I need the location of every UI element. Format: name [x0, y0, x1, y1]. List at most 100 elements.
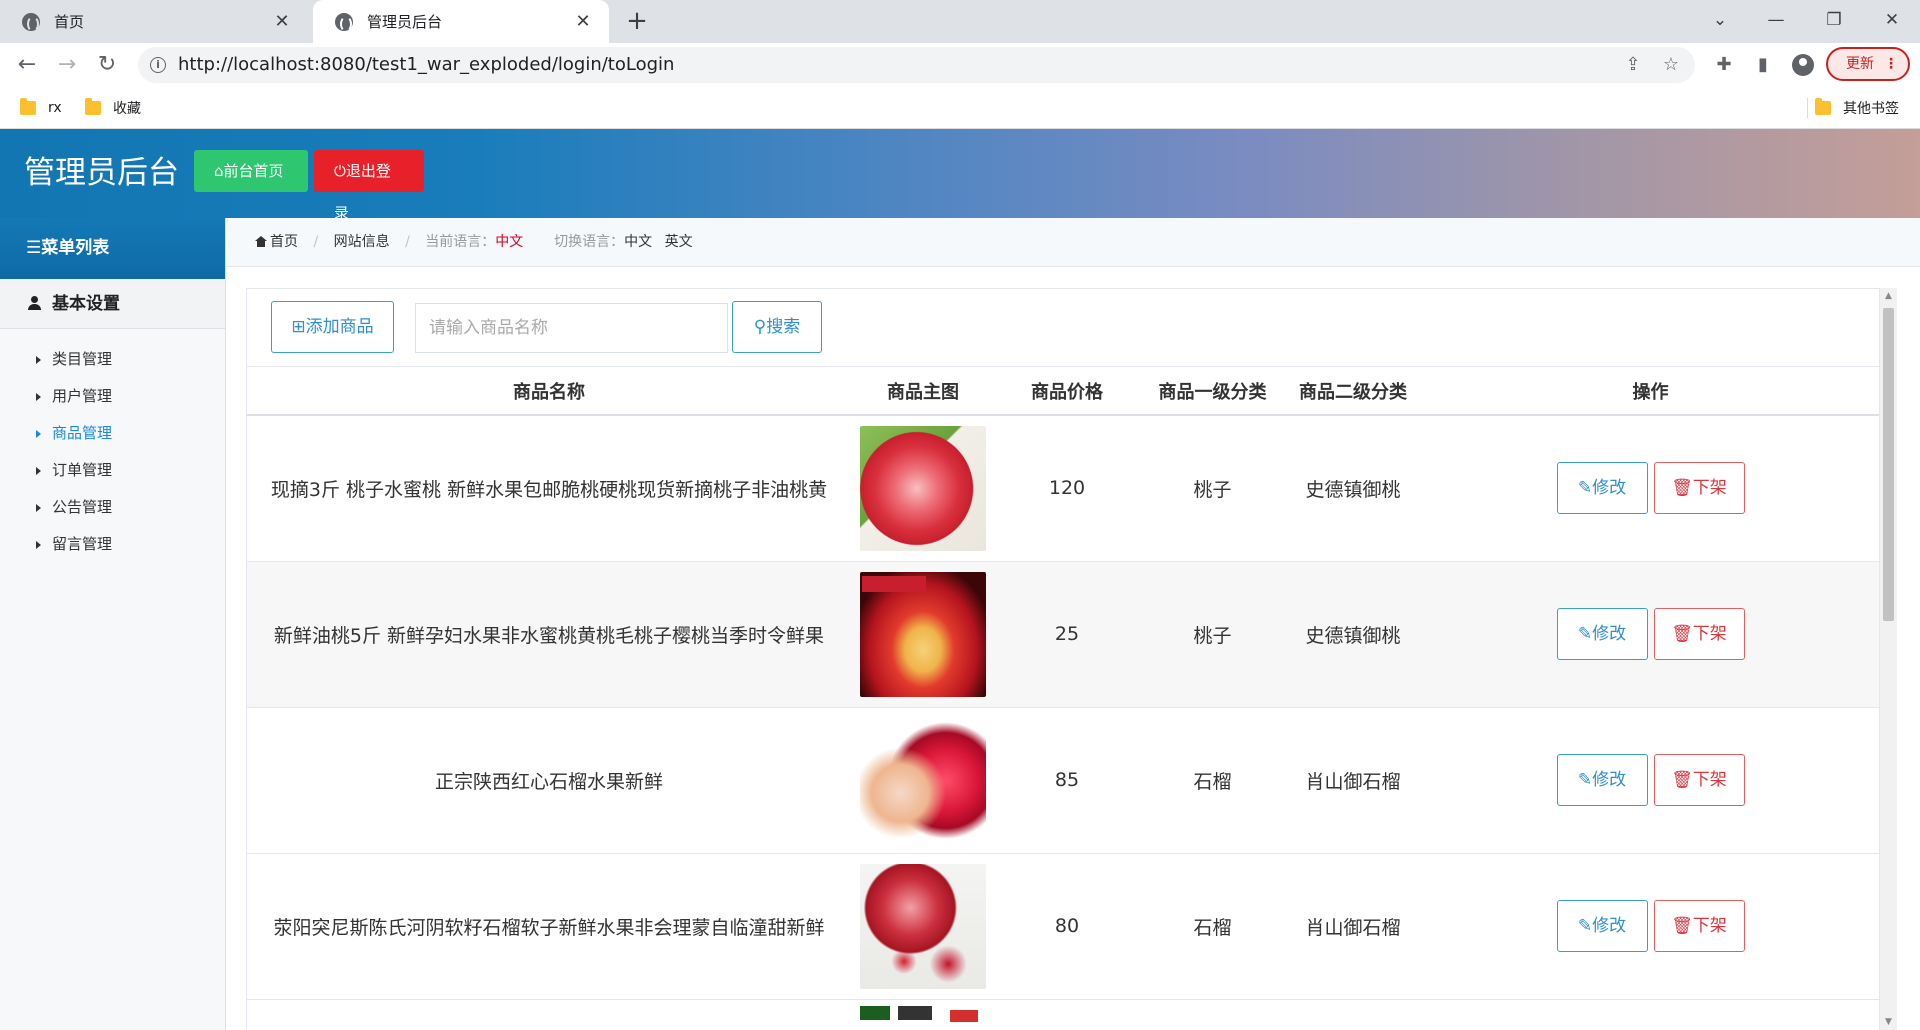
- goods-table: 商品名称 商品主图 商品价格 商品一级分类 商品二级分类 操作 现摘3斤 桃子水…: [247, 367, 1879, 1030]
- scroll-down-icon[interactable]: ▼: [1880, 1017, 1897, 1027]
- globe-icon: [22, 12, 40, 32]
- remove-button[interactable]: 🗑下架: [1653, 462, 1745, 515]
- current-language: 中文: [495, 234, 524, 250]
- breadcrumb-site-info[interactable]: 网站信息: [334, 234, 390, 250]
- logout-button[interactable]: ⏻退出登录: [314, 150, 424, 222]
- table-row: 现摘3斤 桃子水蜜桃 新鲜水果包邮脆桃硬桃现货新摘桃子非油桃黄 120 桃子 史…: [247, 415, 1879, 562]
- sidebar-item-goods[interactable]: 商品管理: [0, 415, 225, 452]
- bookmark-label: 收藏: [113, 101, 141, 117]
- column-header: 操作: [1420, 367, 1879, 416]
- tab-search-icon[interactable]: ⌄: [1692, 0, 1748, 40]
- scroll-up-icon[interactable]: ▲: [1880, 291, 1897, 301]
- home-button[interactable]: ⌂前台首页: [194, 150, 308, 192]
- bookmark-other[interactable]: 其他书签: [1815, 87, 1899, 129]
- sidebar-item-orders[interactable]: 订单管理: [0, 452, 225, 489]
- goods-category-2: 史德镇御桃: [1286, 415, 1420, 562]
- goods-category-2: 史德镇御桃: [1286, 561, 1420, 708]
- sidebar-item-label: 订单管理: [52, 461, 113, 479]
- remove-button[interactable]: 🗑下架: [1653, 608, 1745, 660]
- bookmark-rx[interactable]: rx: [20, 87, 62, 129]
- add-goods-button[interactable]: ⊞添加商品: [271, 301, 394, 353]
- remove-label: 下架: [1692, 624, 1727, 644]
- forward-icon[interactable]: →: [52, 50, 82, 80]
- goods-category-1: 石榴: [1139, 707, 1286, 854]
- back-icon[interactable]: ←: [12, 50, 42, 80]
- close-icon[interactable]: ✕: [573, 11, 593, 32]
- goods-category-2: 肖山御石榴: [1286, 853, 1420, 1000]
- sidebar-item-users[interactable]: 用户管理: [0, 378, 225, 415]
- list-icon: ☰: [26, 238, 42, 258]
- trash-icon: 🗑: [1671, 770, 1693, 790]
- browser-tab-bar: 首页 ✕ 管理员后台 ✕ + ⌄ — ❐ ✕: [0, 0, 1920, 43]
- update-button[interactable]: 更新 ⋮: [1826, 47, 1910, 81]
- menu-title: 菜单列表: [41, 238, 110, 258]
- bookmark-label: rx: [48, 100, 62, 116]
- extensions-icon[interactable]: ✚: [1712, 53, 1736, 77]
- scrollbar-thumb[interactable]: [1883, 308, 1894, 621]
- goods-name: 新鲜油桃5斤 新鲜孕妇水果非水蜜桃黄桃毛桃子樱桃当季时令鲜果: [247, 561, 851, 708]
- bookmarks-bar: rx 收藏 其他书签: [0, 87, 1920, 129]
- edit-label: 修改: [1592, 916, 1627, 936]
- address-bar[interactable]: i http://localhost:8080/test1_war_explod…: [138, 47, 1695, 83]
- edit-button[interactable]: ✎修改: [1556, 462, 1648, 515]
- goods-image: [860, 717, 986, 843]
- folder-icon: [20, 98, 36, 115]
- table-row: 新鲜油桃5斤 新鲜孕妇水果非水蜜桃黄桃毛桃子樱桃当季时令鲜果 25 桃子 史德镇…: [247, 561, 1879, 708]
- group-label: 基本设置: [52, 294, 120, 314]
- sidebar-item-messages[interactable]: 留言管理: [0, 526, 225, 563]
- breadcrumb-home[interactable]: 首页: [270, 234, 298, 250]
- menu-header: ☰菜单列表: [0, 218, 225, 279]
- folder-icon: [85, 98, 101, 115]
- side-panel-icon[interactable]: ▮: [1751, 53, 1775, 77]
- menu-list: 类目管理 用户管理 商品管理 订单管理 公告管理 留言管理: [0, 329, 225, 563]
- edit-label: 修改: [1592, 478, 1627, 499]
- menu-group-basic[interactable]: 基本设置: [0, 279, 225, 329]
- goods-image: [860, 863, 986, 989]
- bookmark-favorites[interactable]: 收藏: [85, 87, 141, 129]
- user-icon: [28, 296, 41, 310]
- caret-right-icon: [36, 356, 41, 364]
- sidebar-item-category[interactable]: 类目管理: [0, 341, 225, 378]
- tab-admin[interactable]: 管理员后台 ✕: [313, 0, 609, 43]
- minimize-icon[interactable]: —: [1748, 0, 1804, 40]
- search-button[interactable]: ⚲搜索: [732, 301, 822, 353]
- sidebar-item-label: 留言管理: [52, 535, 113, 553]
- edit-button[interactable]: ✎修改: [1556, 754, 1648, 806]
- goods-image: [860, 571, 986, 697]
- table-header-row: 商品名称 商品主图 商品价格 商品一级分类 商品二级分类 操作: [247, 367, 1879, 416]
- goods-actions: ⊞添加商品 ⚲搜索: [247, 289, 1879, 367]
- language-zh-link[interactable]: 中文: [624, 234, 652, 250]
- goods-price: 120: [995, 415, 1139, 562]
- current-language-label: 当前语言：: [425, 234, 496, 250]
- new-tab-button[interactable]: +: [622, 6, 652, 36]
- goods-image: [860, 999, 986, 1022]
- folder-icon: [1815, 98, 1831, 115]
- goods-name: 荥阳突尼斯陈氏河阴软籽石榴软子新鲜水果非会理蒙自临潼甜新鲜: [247, 853, 851, 1000]
- star-icon[interactable]: ☆: [1659, 53, 1683, 77]
- restore-icon[interactable]: ❐: [1806, 0, 1862, 40]
- site-info-icon[interactable]: i: [150, 57, 166, 73]
- window-close-icon[interactable]: ✕: [1864, 0, 1920, 40]
- language-en-link[interactable]: 英文: [665, 234, 693, 250]
- remove-label: 下架: [1692, 478, 1727, 499]
- search-input[interactable]: [415, 303, 728, 353]
- caret-right-icon: [36, 393, 41, 401]
- remove-button[interactable]: 🗑下架: [1653, 754, 1745, 806]
- url-text[interactable]: http://localhost:8080/test1_war_exploded…: [178, 47, 674, 83]
- close-icon[interactable]: ✕: [272, 11, 292, 32]
- trash-icon: 🗑: [1671, 624, 1693, 644]
- breadcrumb-separator: /: [405, 234, 410, 250]
- sidebar-item-notices[interactable]: 公告管理: [0, 489, 225, 526]
- edit-button[interactable]: ✎修改: [1556, 900, 1648, 952]
- tab-home[interactable]: 首页 ✕: [0, 0, 308, 43]
- edit-icon: ✎: [1577, 916, 1593, 936]
- remove-button[interactable]: 🗑下架: [1653, 900, 1745, 952]
- profile-icon[interactable]: [1792, 54, 1814, 76]
- edit-button[interactable]: ✎修改: [1556, 608, 1648, 660]
- sidebar: ☰菜单列表 基本设置 类目管理 用户管理 商品管理 订单管理 公告管理 留言管理: [0, 218, 226, 1030]
- goods-panel: ⊞添加商品 ⚲搜索 商品名称 商品主图 商品价格 商品一级分类 商品二级分类 操…: [246, 288, 1880, 1030]
- vertical-scrollbar[interactable]: ▲ ▼: [1880, 288, 1897, 1030]
- reload-icon[interactable]: ↻: [92, 50, 122, 80]
- globe-icon: [335, 12, 353, 32]
- share-icon[interactable]: ⇪: [1621, 53, 1645, 77]
